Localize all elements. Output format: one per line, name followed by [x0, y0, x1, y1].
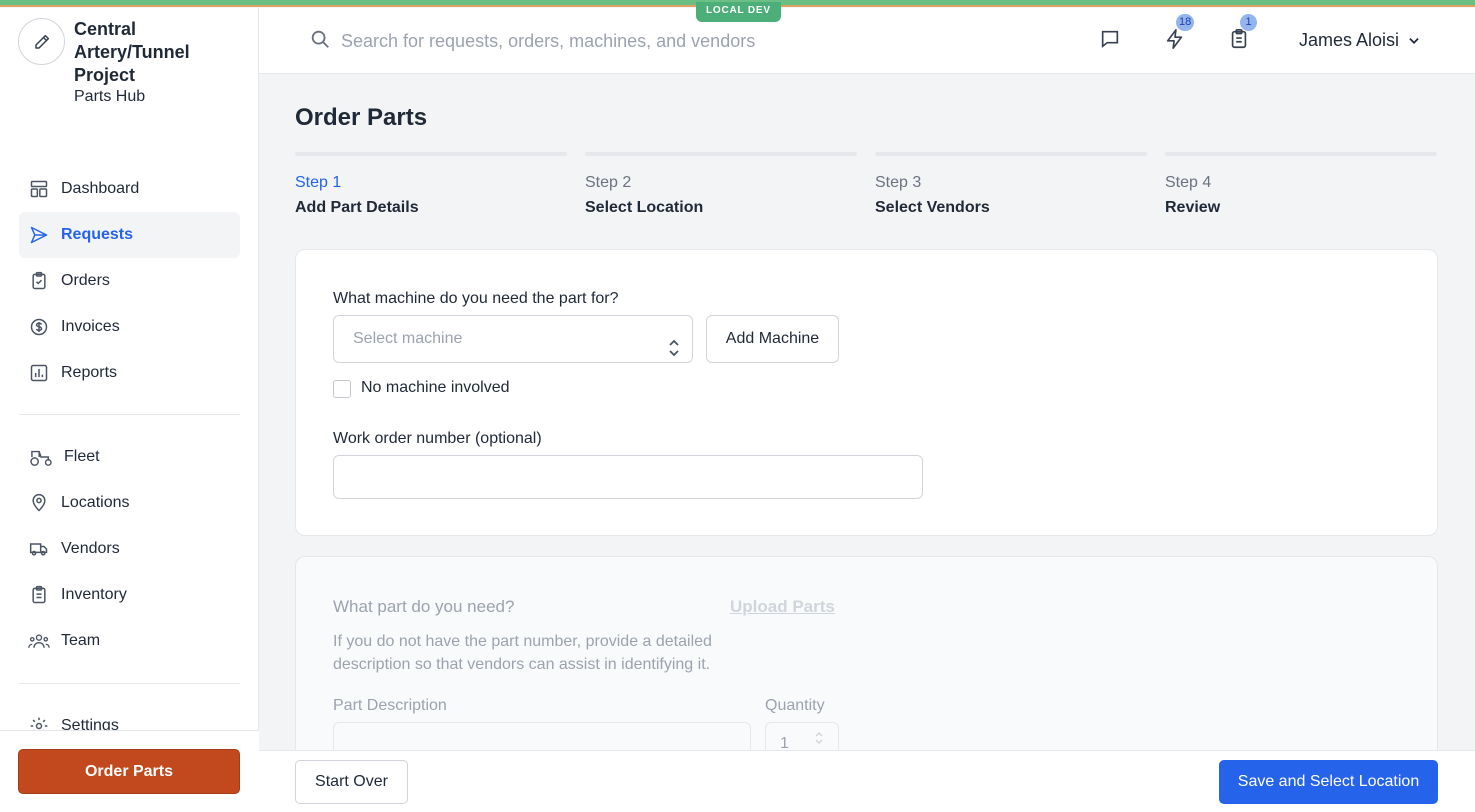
sidebar-item-dashboard[interactable]: Dashboard	[19, 166, 240, 212]
main-content: Order Parts Step 1 Add Part Details Step…	[259, 74, 1475, 750]
quantity-value: 1	[780, 735, 789, 750]
step-number: Step 3	[875, 174, 922, 191]
truck-icon	[28, 538, 50, 560]
sidebar-item-team[interactable]: Team	[19, 618, 240, 664]
part-card: What part do you need? Upload Parts If y…	[295, 556, 1438, 750]
step-4[interactable]: Step 4 Review	[1165, 152, 1437, 217]
add-machine-button[interactable]: Add Machine	[706, 315, 839, 363]
sidebar-item-label: Inventory	[61, 586, 127, 603]
sidebar-item-reports[interactable]: Reports	[19, 350, 240, 396]
tractor-icon	[28, 446, 54, 468]
step-progress-bar	[295, 152, 567, 156]
search-input[interactable]	[341, 31, 861, 52]
sidebar-item-fleet[interactable]: Fleet	[19, 434, 240, 480]
notifications-button[interactable]: 18	[1162, 14, 1195, 55]
step-3[interactable]: Step 3 Select Vendors	[875, 152, 1147, 217]
tasks-button[interactable]: 1	[1226, 14, 1257, 55]
step-1[interactable]: Step 1 Add Part Details	[295, 152, 567, 217]
sidebar-item-label: Vendors	[61, 540, 120, 557]
top-header: 18 1 James Aloisi	[259, 8, 1475, 74]
sidebar-item-label: Invoices	[61, 318, 120, 335]
save-and-select-location-button[interactable]: Save and Select Location	[1219, 760, 1438, 804]
tasks-badge: 1	[1240, 14, 1257, 31]
part-description-field[interactable]	[333, 722, 751, 750]
paper-plane-icon	[28, 224, 50, 246]
upload-parts-link[interactable]: Upload Parts	[730, 597, 835, 617]
lightning-icon	[1164, 28, 1186, 55]
no-machine-label: No machine involved	[361, 379, 510, 396]
clipboard-list-icon	[28, 584, 50, 606]
machine-select[interactable]: Select machine	[333, 315, 693, 363]
step-progress-bar	[1165, 152, 1437, 156]
sidebar-item-label: Dashboard	[61, 180, 140, 197]
dashboard-icon	[28, 178, 50, 200]
users-icon	[28, 630, 50, 652]
brand[interactable]: Central Artery/Tunnel Project Parts Hub	[18, 18, 214, 106]
order-parts-button[interactable]: Order Parts	[18, 749, 240, 794]
messages-button[interactable]	[1097, 28, 1123, 54]
work-order-label: Work order number (optional)	[333, 430, 542, 447]
dollar-circle-icon	[28, 316, 50, 338]
user-menu[interactable]: James Aloisi	[1299, 30, 1421, 51]
step-label: Add Part Details	[295, 199, 419, 216]
sidebar-item-label: Team	[61, 632, 101, 649]
part-description-label: Part Description	[333, 697, 447, 714]
sidebar-item-label: Requests	[61, 226, 134, 243]
step-progress-bar	[875, 152, 1147, 156]
machine-question: What machine do you need the part for?	[333, 290, 619, 307]
work-order-field[interactable]	[333, 455, 923, 499]
step-label: Select Vendors	[875, 199, 990, 216]
search-icon	[309, 28, 331, 55]
machine-card: What machine do you need the part for? S…	[295, 249, 1438, 536]
sidebar-item-vendors[interactable]: Vendors	[19, 526, 240, 572]
sidebar-item-label: Locations	[61, 494, 130, 511]
part-help-text: If you do not have the part number, prov…	[333, 633, 712, 673]
map-pin-icon	[28, 492, 50, 514]
chevron-down-icon	[1407, 34, 1421, 48]
chevron-up-down-icon	[668, 330, 680, 376]
sidebar-footer: Order Parts	[0, 730, 259, 812]
step-label: Review	[1165, 199, 1221, 216]
step-progress-bar	[585, 152, 857, 156]
notifications-badge: 18	[1176, 14, 1195, 31]
step-label: Select Location	[585, 199, 704, 216]
search-bar[interactable]	[309, 28, 861, 55]
clipboard-icon	[1228, 28, 1250, 55]
sidebar-item-inventory[interactable]: Inventory	[19, 572, 240, 618]
sidebar-item-locations[interactable]: Locations	[19, 480, 240, 526]
clipboard-check-icon	[28, 270, 50, 292]
step-number: Step 1	[295, 174, 342, 191]
brand-name: Central Artery/Tunnel Project	[74, 19, 190, 85]
step-number: Step 2	[585, 174, 632, 191]
sidebar-item-requests[interactable]: Requests	[19, 212, 240, 258]
sidebar-item-invoices[interactable]: Invoices	[19, 304, 240, 350]
nav-divider	[19, 414, 240, 415]
stepper: Step 1 Add Part Details Step 2 Select Lo…	[295, 152, 1437, 217]
sidebar: Central Artery/Tunnel Project Parts Hub …	[0, 8, 259, 812]
sidebar-item-label: Fleet	[64, 448, 100, 465]
bar-chart-icon	[28, 362, 50, 384]
no-machine-checkbox[interactable]	[333, 380, 351, 398]
secondary-nav: Fleet Locations Vendors Inventory Team	[19, 434, 240, 664]
primary-nav: Dashboard Requests Orders Invoices Repor…	[19, 166, 240, 396]
quantity-label: Quantity	[765, 697, 825, 714]
machine-select-value: Select machine	[353, 330, 463, 347]
part-question: What part do you need?	[333, 597, 515, 616]
sidebar-item-label: Orders	[61, 272, 110, 289]
env-badge: LOCAL DEV	[696, 2, 781, 22]
action-bar: Start Over Save and Select Location	[259, 750, 1475, 812]
page-title: Order Parts	[295, 104, 428, 131]
user-name: James Aloisi	[1299, 30, 1400, 50]
step-2[interactable]: Step 2 Select Location	[585, 152, 857, 217]
sidebar-item-orders[interactable]: Orders	[19, 258, 240, 304]
brand-subtitle: Parts Hub	[74, 88, 146, 105]
step-number: Step 4	[1165, 174, 1212, 191]
nav-divider	[19, 683, 240, 684]
stepper-arrows-icon	[814, 731, 824, 750]
quantity-stepper[interactable]: 1	[765, 722, 839, 750]
start-over-button[interactable]: Start Over	[295, 760, 408, 804]
sidebar-item-label: Reports	[61, 364, 118, 381]
chat-icon	[1099, 28, 1121, 55]
pencil-icon[interactable]	[18, 18, 65, 65]
